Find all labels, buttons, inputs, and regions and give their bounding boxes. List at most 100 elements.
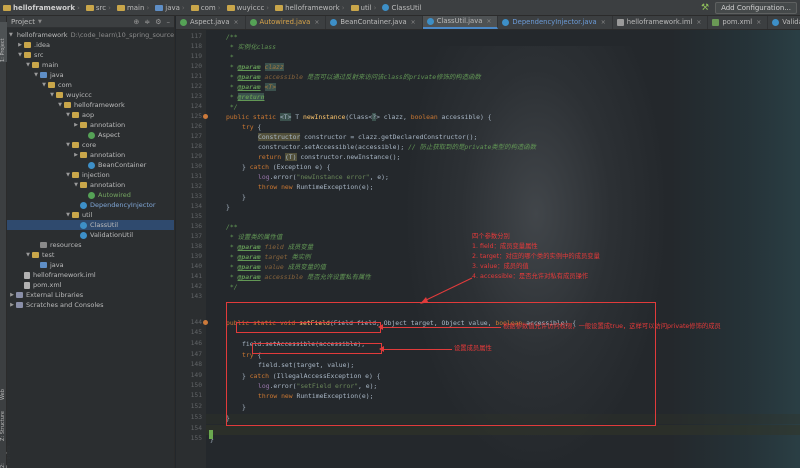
chevron-down-icon[interactable]: ▼ (33, 72, 39, 78)
tree-item-com[interactable]: ▼ com (7, 80, 174, 90)
code-editor: Aspect.java × Autowired.java × BeanContainer… (176, 16, 800, 468)
chevron-down-icon[interactable]: ▼ (73, 182, 79, 188)
project-tool-button[interactable]: 1: Project (0, 22, 7, 62)
chevron-down-icon[interactable]: ▼ (65, 142, 71, 148)
project-view-selector[interactable]: Project (11, 18, 35, 26)
breadcrumb-classutil[interactable]: ClassUtil (382, 4, 422, 12)
chevron-down-icon[interactable]: ▼ (65, 172, 71, 178)
breadcrumb-helloframework[interactable]: helloframework › (275, 4, 347, 12)
breadcrumb-com[interactable]: com › (190, 4, 224, 12)
tree-item-scratches-and-consoles[interactable]: ▶ Scratches and Consoles (7, 300, 174, 310)
chevron-down-icon[interactable]: ▼ (65, 112, 71, 118)
tree-item-java[interactable]: ▼ java (7, 70, 174, 80)
breadcrumb-project[interactable]: helloframework › (3, 4, 83, 12)
minimize-icon[interactable]: – (167, 18, 171, 26)
add-configuration-button[interactable]: Add Configuration... (715, 2, 797, 14)
chevron-right-icon[interactable]: ▶ (17, 42, 23, 48)
tree-item-external-libraries[interactable]: ▶ External Libraries (7, 290, 174, 300)
chevron-down-icon[interactable]: ▼ (9, 32, 13, 38)
tree-item-helloframework[interactable]: ▼ helloframework D:\code_learn\10_spring_s… (7, 30, 174, 40)
package-icon (80, 152, 87, 158)
method-marker-icon[interactable] (203, 320, 208, 325)
chevron-right-icon[interactable]: ▶ (73, 122, 79, 128)
tree-item-helloframework-iml[interactable]: helloframework.iml (7, 270, 174, 280)
tree-item-validationutil[interactable]: ValidationUtil (7, 230, 174, 240)
chevron-down-icon[interactable]: ▼ (25, 252, 31, 258)
chevron-down-icon[interactable]: ▼ (57, 102, 63, 108)
tree-item-label: helloframework (16, 31, 68, 39)
method-marker-icon[interactable] (203, 114, 208, 119)
gear-icon[interactable]: ⚙ (155, 18, 161, 26)
close-icon[interactable]: × (756, 19, 761, 26)
tree-item-autowired[interactable]: Autowired (7, 190, 174, 200)
line-number: 121 (190, 73, 202, 80)
breadcrumb-java[interactable]: java › (155, 4, 187, 12)
set-accessible-highlight-box (236, 322, 381, 333)
chevron-right-icon[interactable]: ▶ (73, 152, 79, 158)
tree-item--idea[interactable]: ▶ .idea (7, 40, 174, 50)
close-icon[interactable]: × (696, 19, 701, 26)
editor-tab-helloframework-iml[interactable]: helloframework.iml × (613, 16, 709, 29)
favorites-tool-button[interactable]: 2: Favorites (0, 444, 12, 468)
code-line-117: /** (226, 33, 238, 41)
chevron-right-icon[interactable]: ▶ (9, 292, 15, 298)
breadcrumb-wuyiccc[interactable]: wuyiccc › (226, 4, 273, 12)
tree-item-annotation[interactable]: ▼ annotation (7, 180, 174, 190)
editor-tab-pom-xml[interactable]: pom.xml × (708, 16, 769, 29)
tree-item-java[interactable]: java (7, 260, 174, 270)
tree-item-annotation[interactable]: ▶ annotation (7, 150, 174, 160)
close-icon[interactable]: × (486, 18, 491, 25)
tree-item-pom-xml[interactable]: pom.xml (7, 280, 174, 290)
tree-item-aop[interactable]: ▼ aop (7, 110, 174, 120)
editor-tab-classutil-java[interactable]: ClassUtil.java × (422, 16, 499, 29)
collapse-icon[interactable]: ≑ (144, 18, 150, 26)
breadcrumb-main[interactable]: main › (116, 4, 152, 12)
chevron-down-icon[interactable]: ▼ (25, 62, 31, 68)
close-icon[interactable]: × (314, 19, 319, 26)
close-icon[interactable]: × (601, 19, 606, 26)
editor-tab-validationutil-java[interactable]: ValidationUtil.java× (768, 16, 800, 29)
close-icon[interactable]: × (411, 19, 416, 26)
editor-tab-dependencyinjector-java[interactable]: DependencyInjector.java × (498, 16, 613, 29)
tree-item-main[interactable]: ▼ main (7, 60, 174, 70)
editor-tab-aspect-java[interactable]: Aspect.java × (176, 16, 246, 29)
chevron-down-icon[interactable]: ▼ (49, 92, 55, 98)
breadcrumb-src[interactable]: src › (85, 4, 114, 12)
tree-item-util[interactable]: ▼ util (7, 210, 174, 220)
tree-item-helloframework[interactable]: ▼ helloframework (7, 100, 174, 110)
tree-item-aspect[interactable]: Aspect (7, 130, 174, 140)
editor-tab-autowired-java[interactable]: Autowired.java × (246, 16, 327, 29)
tree-item-test[interactable]: ▼ test (7, 250, 174, 260)
tree-item-resources[interactable]: resources (7, 240, 174, 250)
globe-icon[interactable]: ⊕ (133, 18, 139, 26)
chevron-down-icon[interactable]: ▼ (38, 19, 42, 25)
code-line-120: * @param clazz (226, 63, 284, 71)
code-line-134: } (226, 203, 230, 211)
tree-item-label: com (58, 81, 72, 89)
structure-tool-button[interactable]: Z: Structure (0, 411, 7, 441)
tree-item-annotation[interactable]: ▶ annotation (7, 120, 174, 130)
left-tool-strip: 1: Project Web Z: Structure 2: Favorites (0, 16, 12, 468)
close-icon[interactable]: × (234, 19, 239, 26)
breadcrumb-util[interactable]: util › (350, 4, 380, 12)
tree-item-dependencyinjector[interactable]: DependencyInjector (7, 200, 174, 210)
chevron-down-icon[interactable]: ▼ (65, 212, 71, 218)
tree-item-src[interactable]: ▼ src (7, 50, 174, 60)
code-line-130: } catch (Exception e) { (242, 163, 331, 171)
tree-item-label: ValidationUtil (90, 231, 134, 239)
tree-item-beancontainer[interactable]: BeanContainer (7, 160, 174, 170)
tree-item-injection[interactable]: ▼ injection (7, 170, 174, 180)
editor-tab-beancontainer-java[interactable]: BeanContainer.java × (326, 16, 423, 29)
annotation-icon (249, 18, 257, 26)
web-tool-button[interactable]: Web (0, 376, 7, 400)
chevron-right-icon[interactable]: ▶ (9, 302, 15, 308)
tree-item-classutil[interactable]: ClassUtil (7, 220, 174, 230)
build-hammer-icon[interactable]: ⚒ (699, 2, 711, 14)
tree-item-wuyiccc[interactable]: ▼ wuyiccc (7, 90, 174, 100)
chevron-down-icon[interactable]: ▼ (41, 82, 47, 88)
test-folder-icon (40, 262, 47, 268)
tree-item-core[interactable]: ▼ core (7, 140, 174, 150)
line-number: 145 (190, 329, 202, 336)
chevron-down-icon[interactable]: ▼ (17, 52, 23, 58)
line-number: 147 (190, 351, 202, 358)
